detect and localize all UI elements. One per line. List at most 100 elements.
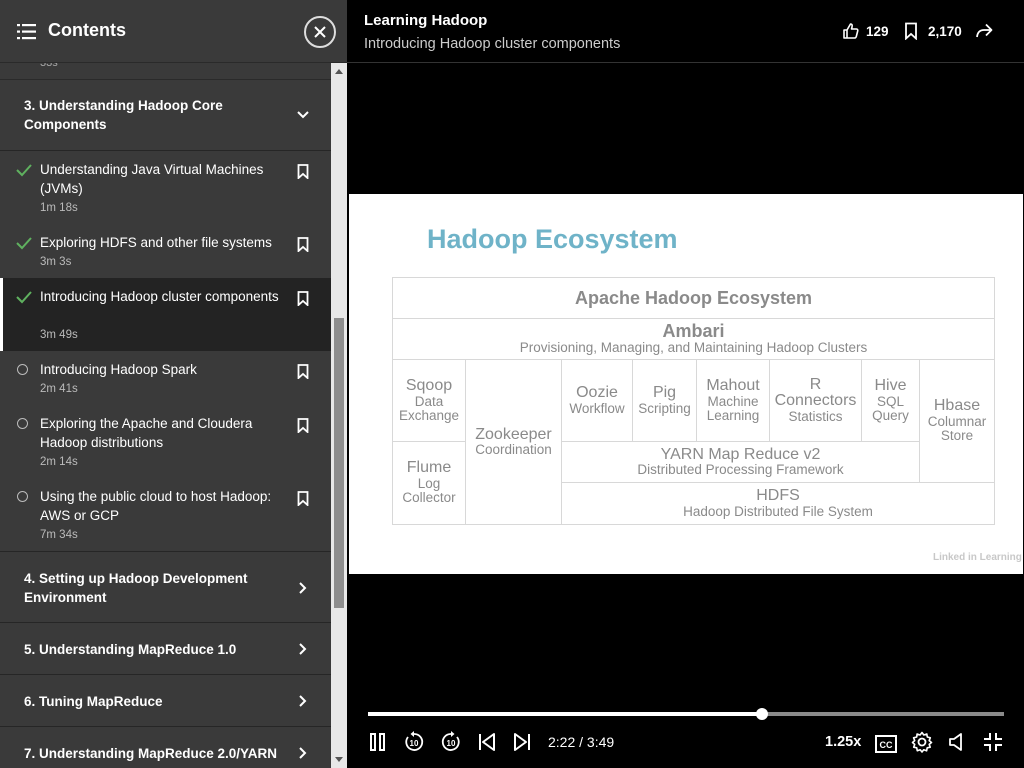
bookmark-icon[interactable] xyxy=(297,364,309,379)
section-5-header[interactable]: 5. Understanding MapReduce 1.0 xyxy=(0,623,331,675)
checkmark-icon xyxy=(16,291,32,304)
pause-icon[interactable] xyxy=(369,731,387,753)
chevron-right-icon xyxy=(299,695,307,707)
mahout-box: Mahout Machine Learning xyxy=(696,359,770,442)
list-item[interactable]: Exploring the Apache and Cloudera Hadoop… xyxy=(0,405,331,478)
settings-gear-icon[interactable] xyxy=(911,731,933,753)
course-title: Learning Hadoop xyxy=(364,12,488,29)
box-sublabel: Coordination xyxy=(475,442,552,458)
list-item[interactable]: Understanding Java Virtual Machines (JVM… xyxy=(0,151,331,224)
progress-scrubber-handle[interactable] xyxy=(756,708,769,720)
hive-box: Hive SQL Query xyxy=(861,359,920,442)
box-sublabel: Hadoop Distributed File System xyxy=(683,503,873,519)
rewind-seconds: 10 xyxy=(410,739,419,748)
bookmark-icon[interactable] xyxy=(297,291,309,306)
video-frame-slide[interactable]: Hadoop Ecosystem Apache Hadoop Ecosystem… xyxy=(349,194,1023,574)
scroll-down-arrow-icon[interactable] xyxy=(335,757,343,762)
box-label: R xyxy=(809,375,822,393)
box-sublabel: Machine xyxy=(707,393,759,409)
bookmark-icon[interactable] xyxy=(297,418,309,433)
list-item[interactable]: Using the public cloud to host Hadoop: A… xyxy=(0,478,331,551)
video-title: Introducing Hadoop cluster components xyxy=(364,36,621,52)
item-title: Using the public cloud to host Hadoop: A… xyxy=(40,489,272,523)
r-connectors-box: R Connectors Statistics xyxy=(769,359,862,442)
ambari-box: Ambari Provisioning, Managing, and Maint… xyxy=(392,318,995,360)
scroll-up-arrow-icon[interactable] xyxy=(335,69,343,74)
section-3-header[interactable]: 3. Understanding Hadoop Core Components xyxy=(0,80,331,151)
item-title: Introducing Hadoop cluster components xyxy=(40,289,279,304)
not-started-circle-icon xyxy=(17,418,28,429)
item-title: Introducing Hadoop Spark xyxy=(40,362,197,377)
box-label: Pig xyxy=(652,384,677,402)
section-title: 4. Setting up Hadoop Development Environ… xyxy=(24,571,248,605)
checkmark-icon xyxy=(16,164,32,177)
box-sublabel: Statistics xyxy=(788,409,843,425)
apache-ecosystem-box: Apache Hadoop Ecosystem xyxy=(392,277,995,319)
section-6-header[interactable]: 6. Tuning MapReduce xyxy=(0,675,331,727)
chevron-down-icon xyxy=(297,111,309,119)
linkedin-learning-watermark: Linked in Learning xyxy=(933,552,1022,563)
list-item[interactable]: Introducing Hadoop Spark 2m 41s xyxy=(0,351,331,405)
rewind-10-button[interactable]: 10 xyxy=(403,731,425,753)
like-button[interactable]: 129 xyxy=(842,22,892,42)
box-sublabel: Distributed Processing Framework xyxy=(637,462,844,478)
player-header: Learning Hadoop Introducing Hadoop clust… xyxy=(347,0,1024,63)
list-item-active[interactable]: Introducing Hadoop cluster components 3m… xyxy=(0,278,331,351)
close-contents-button[interactable] xyxy=(304,16,336,48)
flume-box: Flume Log Collector xyxy=(392,441,466,525)
scrollbar-thumb[interactable] xyxy=(334,318,344,608)
previous-video-icon[interactable] xyxy=(477,731,497,753)
box-sublabel: Scripting xyxy=(638,400,691,416)
section-4-header[interactable]: 4. Setting up Hadoop Development Environ… xyxy=(0,552,331,623)
box-label: Flume xyxy=(406,459,452,477)
next-video-icon[interactable] xyxy=(512,731,532,753)
oozie-box: Oozie Workflow xyxy=(561,359,633,442)
box-label: Apache Hadoop Ecosystem xyxy=(574,287,813,308)
hdfs-box: HDFS Hadoop Distributed File System xyxy=(561,482,995,525)
exit-fullscreen-icon[interactable] xyxy=(983,731,1003,753)
contents-list: 33s 3. Understanding Hadoop Core Compone… xyxy=(0,63,331,768)
playback-speed-button[interactable]: 1.25x xyxy=(825,734,861,750)
chevron-right-icon xyxy=(299,582,307,594)
item-duration: 7m 34s xyxy=(40,529,78,541)
save-count: 2,170 xyxy=(928,24,962,39)
chevron-right-icon xyxy=(299,747,307,759)
fast-forward-icon: 10 xyxy=(441,731,460,751)
box-sublabel: Data xyxy=(414,393,444,409)
box-sublabel: Learning xyxy=(706,407,760,423)
box-label: Oozie xyxy=(576,384,618,402)
bookmark-icon[interactable] xyxy=(297,237,309,252)
app-window: Contents 33s 3. Understanding Hadoop Cor… xyxy=(0,0,1024,768)
item-duration: 1m 18s xyxy=(40,202,78,214)
share-icon[interactable] xyxy=(975,23,993,39)
sidebar-scrollbar[interactable] xyxy=(331,63,347,768)
item-duration: 3m 3s xyxy=(40,256,72,268)
box-sublabel: Provisioning, Managing, and Maintaining … xyxy=(519,340,868,356)
bookmark-icon xyxy=(905,22,917,40)
save-button[interactable]: 2,170 xyxy=(904,22,964,42)
box-sublabel: Workflow xyxy=(569,400,625,416)
box-sublabel: Collector xyxy=(402,490,456,506)
forward-10-button[interactable]: 10 xyxy=(440,731,462,753)
chevron-right-icon xyxy=(299,643,307,655)
section-7-header[interactable]: 7. Understanding MapReduce 2.0/YARN xyxy=(0,727,331,768)
volume-icon[interactable] xyxy=(948,731,966,753)
sidebar-header: Contents xyxy=(0,0,347,63)
hbase-box: Hbase Columnar Store xyxy=(919,359,995,483)
box-label: Mahout xyxy=(706,376,760,394)
bookmark-icon[interactable] xyxy=(297,164,309,179)
item-title: Understanding Java Virtual Machines (JVM… xyxy=(40,162,264,196)
progress-bar[interactable] xyxy=(368,708,1004,720)
box-sublabel: Exchange xyxy=(398,407,460,423)
slide-title: Hadoop Ecosystem xyxy=(427,224,678,254)
checkmark-icon xyxy=(16,237,32,250)
bookmark-icon[interactable] xyxy=(297,491,309,506)
box-sublabel: Query xyxy=(872,407,909,423)
zookeeper-box: Zookeeper Coordination xyxy=(465,359,562,525)
box-label: Sqoop xyxy=(405,376,453,394)
svg-text:CC: CC xyxy=(880,740,893,750)
box-label: Zookeeper xyxy=(475,425,552,443)
closed-captions-icon[interactable]: CC xyxy=(875,733,897,755)
list-item[interactable]: Exploring HDFS and other file systems 3m… xyxy=(0,224,331,278)
box-label: YARN Map Reduce v2 xyxy=(660,445,821,463)
